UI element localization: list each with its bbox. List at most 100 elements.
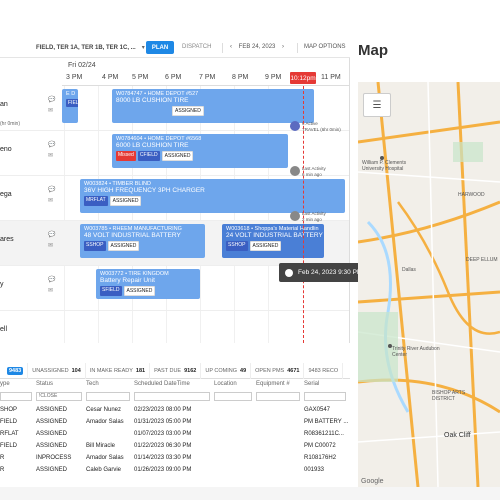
- job-card[interactable]: W0784604 • HOME DEPOT #6568 6000 LB CUSH…: [112, 134, 288, 168]
- mail-icon[interactable]: ✉: [48, 152, 53, 159]
- google-logo: Google: [361, 478, 384, 485]
- current-date[interactable]: FEB 24, 2023: [239, 44, 276, 50]
- chat-icon[interactable]: 💬: [48, 96, 55, 103]
- mail-icon[interactable]: ✉: [48, 107, 53, 114]
- map-pin[interactable]: [388, 344, 392, 348]
- cell-date: 01/14/2023 03:30 PM: [134, 455, 192, 461]
- prev-day-icon[interactable]: ‹: [230, 44, 232, 50]
- map-roads: [358, 82, 500, 487]
- last-activity-icon[interactable]: [290, 166, 300, 176]
- job-tag: MRFLAT: [84, 196, 108, 206]
- job-description: 24 VOLT INDUSTRIAL BATTERY: [226, 232, 323, 239]
- job-tag: SSHOP: [226, 241, 248, 251]
- column-header[interactable]: ype: [0, 381, 10, 387]
- filter-row: !CLOSE: [0, 392, 350, 402]
- map-options-button[interactable]: MAP OPTIONS: [304, 41, 346, 54]
- hour-label: 11 PM: [321, 74, 341, 81]
- next-day-icon[interactable]: ›: [282, 44, 284, 50]
- job-card[interactable]: W003772 • TIRE KINGDOM Battery Repair Un…: [96, 269, 200, 299]
- map-pin[interactable]: [380, 156, 384, 160]
- job-tag: CFIELD: [137, 151, 160, 161]
- column-header[interactable]: Status: [36, 381, 53, 387]
- map-label: Dallas: [402, 267, 416, 273]
- date-filter[interactable]: [134, 392, 210, 401]
- technician-name[interactable]: eno: [0, 146, 12, 153]
- cell-type: R: [0, 455, 5, 461]
- activity-status: Last Activity 2 min ago: [302, 211, 326, 222]
- column-header[interactable]: Tech: [86, 381, 99, 387]
- map-view[interactable]: William P. Clements University Hospital …: [358, 82, 500, 487]
- dispatch-button[interactable]: DISPATCH: [182, 41, 211, 54]
- job-card[interactable]: W003785 • RHEEM MANUFACTURING 48 VOLT IN…: [80, 224, 205, 258]
- schedule-board: Fri 02/24 3 PM 4 PM 5 PM 6 PM 7 PM 8 PM …: [0, 58, 350, 343]
- job-status-tag: ASSIGNED: [172, 106, 204, 116]
- cell-serial: PM C00072: [304, 443, 336, 449]
- status-filter[interactable]: !CLOSE: [36, 392, 82, 401]
- schedule-header: Fri 02/24 3 PM 4 PM 5 PM 6 PM 7 PM 8 PM …: [62, 58, 349, 86]
- mail-icon[interactable]: ✉: [48, 287, 53, 294]
- table-row[interactable]: FIELD ASSIGNED Amador Salas 01/31/2023 0…: [0, 418, 350, 428]
- serial-filter[interactable]: [304, 392, 346, 401]
- tab-open-pms[interactable]: OPEN PMS 4671: [251, 362, 305, 379]
- tab-records[interactable]: 9483 RECO: [304, 362, 344, 379]
- tab-past-due[interactable]: PAST DUE 9162: [150, 362, 202, 379]
- chat-icon[interactable]: 💬: [48, 186, 55, 193]
- tech-filter[interactable]: FIELD, TER 1A, TER 1B, TER 1C, ...: [36, 45, 136, 51]
- table-row[interactable]: SHOP ASSIGNED Cesar Nunez 02/23/2023 08:…: [0, 406, 350, 416]
- activity-status: 6 Active TRAVEL (6hr 0min): [302, 121, 341, 132]
- workorder-tabs: 9483 UNASSIGNED 104 IN MAKE READY 181 PA…: [0, 362, 350, 379]
- cell-serial: 001933: [304, 467, 325, 473]
- job-card[interactable]: W003824 • TIMBER BLIND 36V HIGH FREQUENC…: [80, 179, 345, 213]
- column-header[interactable]: Scheduled DateTime: [134, 381, 190, 387]
- job-card[interactable]: E D FIELD: [62, 89, 78, 123]
- chat-icon[interactable]: 💬: [48, 276, 55, 283]
- mail-icon[interactable]: ✉: [48, 242, 53, 249]
- travel-activity-icon[interactable]: [290, 121, 300, 131]
- tab-in-make-ready[interactable]: IN MAKE READY 181: [86, 362, 151, 379]
- table-row[interactable]: RFLAT ASSIGNED 01/07/2023 03:00 PM R0836…: [0, 430, 350, 440]
- chat-icon[interactable]: 💬: [48, 231, 55, 238]
- row-hint: (hr 0min): [0, 121, 21, 127]
- hour-label: 4 PM: [102, 74, 119, 81]
- column-header[interactable]: Equipment #: [256, 381, 290, 387]
- job-card[interactable]: W0784747 • HOME DEPOT #527 8000 LB CUSHI…: [112, 89, 314, 123]
- location-filter[interactable]: [214, 392, 252, 401]
- type-filter[interactable]: [0, 392, 32, 401]
- map-filter-button[interactable]: ☰: [363, 93, 391, 117]
- job-description: 8000 LB CUSHION TIRE: [116, 97, 189, 104]
- cell-serial: GAX0547: [304, 407, 331, 413]
- hour-label: 7 PM: [199, 74, 216, 81]
- cell-status: INPROCESS: [36, 455, 72, 461]
- technician-name[interactable]: ell: [0, 326, 7, 333]
- cell-date: 02/23/2023 08:00 PM: [134, 407, 192, 413]
- cell-date: 01/22/2023 06:30 PM: [134, 443, 192, 449]
- column-header[interactable]: Location: [214, 381, 237, 387]
- tab-all[interactable]: 9483: [0, 362, 29, 379]
- tab-label: 9483 RECO: [308, 367, 339, 374]
- technician-name[interactable]: ares: [0, 236, 14, 243]
- chevron-down-icon[interactable]: ▾: [142, 44, 145, 51]
- tech-filter-input[interactable]: [86, 392, 130, 401]
- last-activity-icon[interactable]: [290, 211, 300, 221]
- job-status-tag: ASSIGNED: [249, 241, 282, 251]
- technician-name[interactable]: an: [0, 101, 8, 108]
- job-tag: Missed: [116, 151, 136, 161]
- chat-icon[interactable]: 💬: [48, 141, 55, 148]
- tab-label: IN MAKE READY: [89, 367, 133, 374]
- activity-status: Last Activity 6 min ago: [302, 166, 326, 177]
- technician-name[interactable]: y: [0, 281, 4, 288]
- divider: [297, 43, 298, 53]
- tab-unassigned[interactable]: UNASSIGNED 104: [28, 362, 86, 379]
- tab-up-coming[interactable]: UP COMING 49: [201, 362, 252, 379]
- date-navigator: ‹ FEB 24, 2023 ›: [230, 41, 284, 54]
- tab-label: PAST DUE: [154, 367, 182, 374]
- plan-button[interactable]: PLAN: [146, 41, 174, 54]
- job-card[interactable]: W003618 • Shoppa's Material Handlin 24 V…: [222, 224, 324, 258]
- table-row[interactable]: R INPROCESS Amador Salas 01/14/2023 03:3…: [0, 454, 350, 464]
- technician-name[interactable]: ega: [0, 191, 12, 198]
- mail-icon[interactable]: ✉: [48, 197, 53, 204]
- table-row[interactable]: R ASSIGNED Caleb Garvie 01/26/2023 09:00…: [0, 466, 350, 476]
- column-header[interactable]: Serial: [304, 381, 319, 387]
- equipment-filter[interactable]: [256, 392, 300, 401]
- table-row[interactable]: FIELD ASSIGNED Bill Miracle 01/22/2023 0…: [0, 442, 350, 452]
